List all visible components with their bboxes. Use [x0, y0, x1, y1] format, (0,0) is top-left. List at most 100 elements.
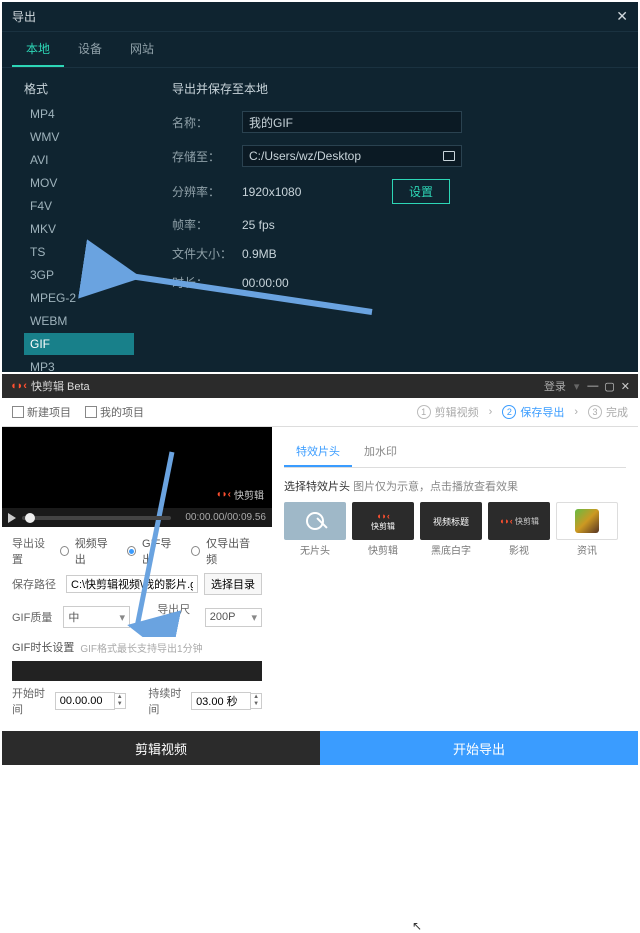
settings-title: 导出并保存至本地	[172, 80, 622, 97]
size-select[interactable]: 200P	[205, 608, 262, 627]
timeline-strip[interactable]	[12, 661, 262, 681]
format-mov[interactable]: MOV	[24, 172, 134, 194]
export-panel: 导出设置 视频导出 GIF导出 仅导出音频 保存路径 选择目录 GIF质量 中 …	[2, 527, 272, 731]
label-duration: 时长：	[172, 274, 242, 291]
format-avi[interactable]: AVI	[24, 149, 134, 171]
start-time-label: 开始时间	[12, 685, 49, 717]
maximize-icon[interactable]: ▢	[604, 380, 614, 393]
format-f4v[interactable]: F4V	[24, 195, 134, 217]
tab-local[interactable]: 本地	[12, 32, 64, 67]
down-icon[interactable]: ▼	[115, 701, 125, 708]
up-icon[interactable]: ▲	[251, 694, 261, 701]
steps-indicator: 1剪辑视频 › 2保存导出 › 3完成	[417, 404, 628, 420]
label-name: 名称：	[172, 114, 242, 131]
fx-cards: 无片头 ◖◗‹快剪辑 快剪辑 视频标题 黑底白字 ◖◗‹ 快剪辑 影视 资讯	[284, 502, 626, 557]
login-link[interactable]: 登录	[544, 378, 566, 394]
format-gif[interactable]: GIF	[24, 333, 134, 355]
resolution-value: 1920x1080	[242, 185, 392, 199]
format-heading: 格式	[24, 80, 134, 97]
duration-spinner[interactable]: ▲▼	[191, 692, 262, 710]
right-panel: 特效片头 加水印 选择特效片头 图片仅为示意，点击播放查看效果 无片头 ◖◗‹快…	[272, 427, 638, 731]
time-text: 00:00.00/00:09.56	[185, 512, 266, 523]
format-3gp[interactable]: 3GP	[24, 264, 134, 286]
progress-thumb[interactable]	[25, 513, 35, 523]
format-mp4[interactable]: MP4	[24, 103, 134, 125]
start-export-button[interactable]: 开始导出	[320, 731, 638, 765]
card-none[interactable]: 无片头	[284, 502, 346, 557]
radio-gif[interactable]	[127, 546, 136, 556]
settings-panel: 导出并保存至本地 名称： 存储至： C:/Users/wz/Desktop 分辨…	[134, 80, 622, 379]
close-icon[interactable]: ✕	[621, 380, 630, 393]
browse-button[interactable]: 选择目录	[204, 573, 262, 595]
tab-device[interactable]: 设备	[64, 32, 116, 67]
editor-body: ◖◗‹ 快剪辑 00:00.00/00:09.56	[2, 427, 638, 731]
radio-video[interactable]	[60, 546, 69, 556]
format-ts[interactable]: TS	[24, 241, 134, 263]
tab-fx[interactable]: 特效片头	[284, 437, 352, 467]
play-icon[interactable]	[8, 513, 16, 523]
right-tabs: 特效片头 加水印	[284, 437, 626, 468]
format-mpeg2[interactable]: MPEG-2	[24, 287, 134, 309]
cursor-icon: ↖	[412, 919, 422, 933]
format-wmv[interactable]: WMV	[24, 126, 134, 148]
label-resolution: 分辨率：	[172, 183, 242, 200]
app-logo: ◖◗‹ 快剪辑 Beta	[10, 378, 90, 394]
format-webm[interactable]: WEBM	[24, 310, 134, 332]
logo-icon: ◖◗‹	[216, 489, 231, 500]
fx-hint: 选择特效片头 图片仅为示意，点击播放查看效果	[284, 478, 626, 494]
close-icon[interactable]: ✕	[616, 8, 628, 25]
export-tabs: 本地 设备 网站	[2, 32, 638, 68]
preview-watermark: ◖◗‹ 快剪辑	[216, 487, 264, 502]
label-filesize: 文件大小：	[172, 245, 242, 262]
tab-web[interactable]: 网站	[116, 32, 168, 67]
card-news[interactable]: 资讯	[556, 502, 618, 557]
app-title: 快剪辑 Beta	[31, 378, 90, 394]
gold-icon	[575, 509, 599, 533]
export-heading: 导出设置	[12, 535, 54, 567]
video-editor-window: ◖◗‹ 快剪辑 Beta 登录 ▾ — ▢ ✕ 新建项目 我的项目 1剪辑视频 …	[2, 374, 638, 747]
bottom-bar: 剪辑视频 开始导出	[2, 731, 638, 765]
quality-select[interactable]: 中	[63, 606, 130, 628]
card-movie[interactable]: ◖◗‹ 快剪辑 影视	[488, 502, 550, 557]
folder-icon[interactable]	[443, 151, 455, 161]
player-bar: 00:00.00/00:09.56	[2, 508, 272, 527]
name-input[interactable]	[242, 111, 462, 133]
quality-label: GIF质量	[12, 609, 57, 625]
path-input[interactable]	[66, 575, 198, 593]
window-title: 导出	[12, 8, 36, 25]
card-title[interactable]: 视频标题 黑底白字	[420, 502, 482, 557]
step-3[interactable]: 3完成	[588, 404, 628, 420]
card-kuai[interactable]: ◖◗‹快剪辑 快剪辑	[352, 502, 414, 557]
settings-button[interactable]: 设置	[392, 179, 450, 204]
save-path-box[interactable]: C:/Users/wz/Desktop	[242, 145, 462, 167]
step-1[interactable]: 1剪辑视频	[417, 404, 479, 420]
duration-time-label: 持续时间	[148, 685, 185, 717]
size-label: 导出尺寸	[157, 601, 199, 633]
tab-watermark[interactable]: 加水印	[352, 437, 409, 467]
step-2[interactable]: 2保存导出	[502, 404, 564, 420]
save-path-text: C:/Users/wz/Desktop	[249, 149, 361, 163]
label-saveto: 存储至：	[172, 148, 242, 165]
left-panel: ◖◗‹ 快剪辑 00:00.00/00:09.56	[2, 427, 272, 731]
format-mkv[interactable]: MKV	[24, 218, 134, 240]
back-button[interactable]: 剪辑视频	[2, 731, 320, 765]
progress[interactable]: 00:00.00/00:09.56	[22, 512, 266, 523]
toolbar: 新建项目 我的项目 1剪辑视频 › 2保存导出 › 3完成	[2, 398, 638, 427]
gif-duration-label: GIF时长设置	[12, 639, 74, 655]
up-icon[interactable]: ▲	[115, 694, 125, 701]
titlebar: 导出 ✕	[2, 2, 638, 32]
down-icon[interactable]: ▼	[251, 701, 261, 708]
dialog-body: 格式 MP4 WMV AVI MOV F4V MKV TS 3GP MPEG-2…	[2, 68, 638, 389]
preview-area[interactable]: ◖◗‹ 快剪辑	[2, 427, 272, 508]
new-project-button[interactable]: 新建项目	[12, 404, 71, 420]
minimize-icon[interactable]: —	[587, 380, 598, 392]
my-projects-button[interactable]: 我的项目	[85, 404, 144, 420]
titlebar: ◖◗‹ 快剪辑 Beta 登录 ▾ — ▢ ✕	[2, 374, 638, 398]
logo-icon: ◖◗‹	[10, 380, 27, 392]
start-time-spinner[interactable]: ▲▼	[55, 692, 126, 710]
gif-duration-note: GIF格式最长支持导出1分钟	[80, 640, 202, 655]
plus-icon	[12, 406, 24, 418]
filesize-value: 0.9MB	[242, 247, 277, 261]
radio-audio[interactable]	[191, 546, 200, 556]
path-label: 保存路径	[12, 576, 60, 592]
